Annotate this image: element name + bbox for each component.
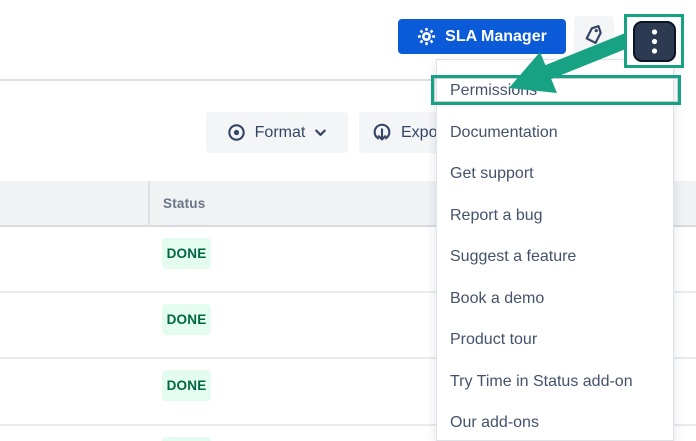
status-badge: DONE xyxy=(162,304,211,335)
status-badge: DONE xyxy=(162,437,211,441)
status-badge: DONE xyxy=(162,370,211,401)
tag-icon xyxy=(582,23,606,47)
menu-item-try-time-in-status-addon[interactable]: Try Time in Status add-on xyxy=(437,361,673,403)
format-button[interactable]: Format xyxy=(206,112,348,153)
menu-item-our-add-ons[interactable]: Our add-ons xyxy=(437,402,673,441)
menu-item-documentation[interactable]: Documentation xyxy=(437,112,673,154)
kebab-menu-icon xyxy=(633,21,676,62)
app-screen: Status DONE DONE DONE DONE Format xyxy=(0,0,696,441)
sla-manager-button[interactable]: SLA Manager xyxy=(398,19,566,54)
menu-item-product-tour[interactable]: Product tour xyxy=(437,319,673,361)
more-options-menu: Permissions Documentation Get support Re… xyxy=(436,59,674,441)
highlight-box-kebab xyxy=(624,14,684,68)
status-badge: DONE xyxy=(162,238,211,269)
eye-watch-icon xyxy=(226,122,247,143)
menu-item-report-a-bug[interactable]: Report a bug xyxy=(437,195,673,237)
menu-item-book-a-demo[interactable]: Book a demo xyxy=(437,278,673,320)
menu-item-get-support[interactable]: Get support xyxy=(437,153,673,195)
gear-icon xyxy=(417,27,436,46)
highlight-box-permissions xyxy=(431,75,681,105)
chevron-down-icon xyxy=(313,125,328,140)
menu-item-suggest-a-feature[interactable]: Suggest a feature xyxy=(437,236,673,278)
section-divider xyxy=(0,79,437,81)
column-divider xyxy=(148,181,150,227)
export-download-icon xyxy=(371,122,393,144)
more-options-button[interactable] xyxy=(633,21,676,62)
status-column-header: Status xyxy=(163,181,205,227)
tag-button[interactable] xyxy=(574,16,614,54)
sla-manager-button-label: SLA Manager xyxy=(445,28,547,46)
format-button-label: Format xyxy=(255,124,306,142)
